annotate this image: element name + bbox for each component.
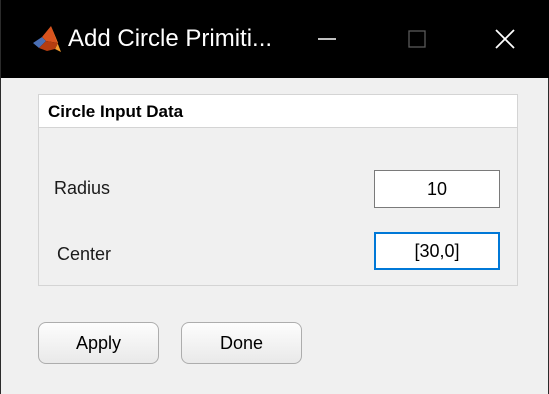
done-button[interactable]: Done <box>181 322 302 364</box>
circle-input-panel: Circle Input Data Radius Center <box>38 94 518 286</box>
title-bar[interactable]: Add Circle Primiti... <box>1 0 549 78</box>
center-label: Center <box>57 244 112 264</box>
center-input[interactable] <box>374 232 500 270</box>
radius-label: Radius <box>54 178 111 198</box>
maximize-icon <box>408 30 426 48</box>
minimize-button[interactable] <box>282 0 372 78</box>
close-button[interactable] <box>460 0 549 78</box>
minimize-icon <box>318 38 336 40</box>
matlab-membrane-icon <box>33 26 61 52</box>
apply-button[interactable]: Apply <box>38 322 159 364</box>
radius-input[interactable] <box>374 170 500 208</box>
close-icon <box>495 29 515 49</box>
dialog-content: Circle Input Data Radius Center Apply Do… <box>2 78 548 394</box>
window-title: Add Circle Primiti... <box>68 25 273 52</box>
maximize-button[interactable] <box>372 0 462 78</box>
panel-title: Circle Input Data <box>48 102 184 121</box>
panel-header: Circle Input Data <box>39 95 517 128</box>
dialog-window: Add Circle Primiti... Circle Input Data … <box>0 0 549 394</box>
